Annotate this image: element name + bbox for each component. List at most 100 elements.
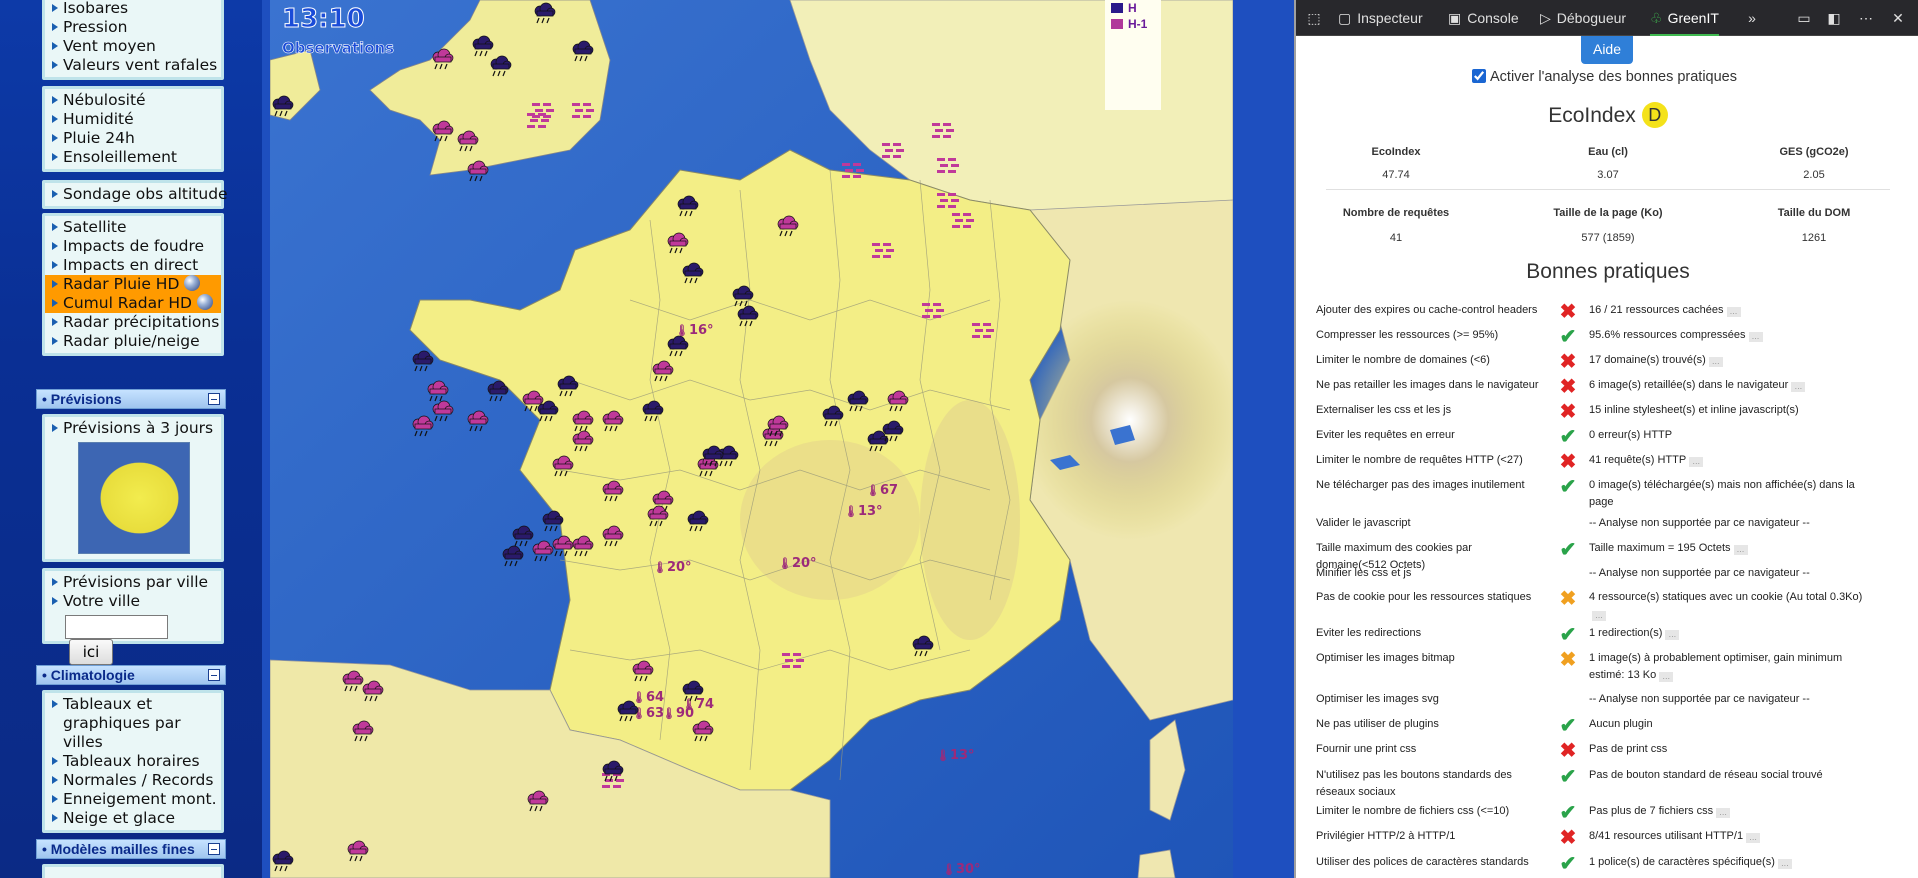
legend-swatch [1111, 19, 1123, 29]
menu-item-pression[interactable]: Pression [51, 18, 217, 37]
details-toggle-icon[interactable]: … [1791, 382, 1806, 392]
weather-cloud-icon [732, 285, 754, 307]
weather-cloud-icon [432, 120, 454, 142]
weather-cloud-icon [642, 400, 664, 422]
close-icon[interactable]: ✕ [1890, 10, 1906, 26]
weather-cloud-icon [682, 680, 704, 702]
more-tabs-icon[interactable]: » [1744, 10, 1760, 26]
details-toggle-icon[interactable]: … [1659, 672, 1674, 682]
cross-icon: ✖ [1559, 401, 1577, 423]
collapse-icon[interactable] [208, 669, 220, 681]
menu-item-impacts-foudre[interactable]: Impacts de foudre [51, 237, 217, 256]
details-toggle-icon[interactable]: … [1592, 611, 1606, 621]
tab-console[interactable]: ▣ Console [1448, 0, 1519, 36]
details-toggle-icon[interactable]: … [1708, 357, 1723, 367]
menu-item-sondage[interactable]: Sondage obs altitude [51, 185, 228, 204]
section-header-climatologie[interactable]: • Climatologie [36, 665, 226, 685]
weather-cloud-icon [702, 445, 724, 467]
menu-item-vent-moyen[interactable]: Vent moyen [51, 37, 217, 56]
city-input[interactable] [65, 615, 168, 639]
rule-result: 15 inline stylesheet(s) et inline javasc… [1589, 404, 1799, 416]
menu-item-humidite[interactable]: Humidité [51, 110, 217, 129]
details-toggle-icon[interactable]: … [1733, 545, 1748, 555]
stat-value: 577 (1859) [1581, 232, 1635, 244]
aide-button[interactable]: Aide [1581, 36, 1633, 64]
weather-cloud-icon [602, 410, 624, 432]
rule-name: Limiter le nombre de domaines (<6) [1316, 354, 1490, 366]
details-toggle-icon[interactable]: … [1689, 457, 1704, 467]
weather-map[interactable]: 13:10 Observations H H-1 16° 20° 20° 13°… [270, 0, 1233, 878]
activer-analyse[interactable]: Activer l'analyse des bonnes pratiques [1472, 69, 1737, 85]
console-icon: ▣ [1448, 10, 1462, 26]
details-toggle-icon[interactable]: … [1726, 307, 1741, 317]
ville-form: ici [51, 611, 217, 667]
rule-result: 4 ressource(s) statiques avec un cookie … [1589, 591, 1863, 621]
weather-cloud-icon [432, 400, 454, 422]
temperature-label: 13° [844, 504, 883, 519]
rain-dash-icon [842, 163, 864, 178]
menu-item-neige-glace[interactable]: Neige et glace [51, 809, 217, 828]
menu-item-pluie-24h[interactable]: Pluie 24h [51, 129, 217, 148]
details-toggle-icon[interactable]: … [1748, 332, 1763, 342]
menu-item-satellite[interactable]: Satellite [51, 218, 217, 237]
menu-item-vent-rafales[interactable]: Valeurs vent rafales [51, 56, 217, 75]
stat-value: 47.74 [1382, 169, 1410, 181]
cross-icon: ✖ [1559, 451, 1577, 473]
tab-greenit[interactable]: ♧ GreenIT [1650, 0, 1719, 36]
menu-item-isobares[interactable]: Isobares [51, 0, 217, 18]
menu-item-tableaux-horaires[interactable]: Tableaux horaires [51, 752, 217, 771]
rule-result: 1 police(s) de caractères spécifique(s)… [1589, 854, 1879, 871]
ici-button[interactable]: ici [69, 639, 113, 665]
details-toggle-icon[interactable]: … [1777, 859, 1792, 869]
weather-cloud-icon [677, 195, 699, 217]
weather-cloud-icon [467, 160, 489, 182]
rule-result: -- Analyse non supportée par ce navigate… [1589, 567, 1810, 579]
weather-cloud-icon [432, 48, 454, 70]
rule-name: Ne pas utiliser de plugins [1316, 718, 1439, 730]
rule-result: -- Analyse non supportée par ce navigate… [1589, 517, 1810, 529]
menu-item-cumul-radar-hd[interactable]: Cumul Radar HD [45, 294, 221, 313]
rule-name: Fournir une print css [1316, 743, 1417, 755]
menu-item-votre-ville[interactable]: Votre ville [51, 592, 217, 611]
rule-name: Optimiser les images svg [1316, 693, 1439, 705]
rule-name: Utiliser des polices de caractères stand… [1316, 856, 1529, 868]
rule-result: Pas plus de 7 fichiers css… [1589, 803, 1879, 820]
activer-checkbox[interactable] [1472, 69, 1486, 83]
tab-inspecteur[interactable]: ▢ Inspecteur [1338, 0, 1423, 36]
cross-icon: ✖ [1559, 351, 1577, 373]
menu-item-normales-records[interactable]: Normales / Records [51, 771, 217, 790]
map-legend: H H-1 [1105, 0, 1161, 110]
greenit-panel: Aide Activer l'analyse des bonnes pratiq… [1296, 36, 1918, 878]
collapse-icon[interactable] [208, 393, 220, 405]
tab-debogueur[interactable]: ▷ Débogueur [1540, 0, 1626, 36]
check-icon: ✔ [1559, 853, 1577, 875]
menu-item-nebulosite[interactable]: Nébulosité [51, 91, 217, 110]
menu-item-ensoleillement[interactable]: Ensoleillement [51, 148, 217, 167]
details-toggle-icon[interactable]: … [1746, 833, 1761, 843]
stat-label: Eau (cl) [1588, 146, 1628, 158]
menu-item-impacts-direct[interactable]: Impacts en direct [51, 256, 217, 275]
stat-label: Taille du DOM [1777, 207, 1851, 219]
responsive-icon[interactable]: ▭ [1796, 10, 1812, 26]
details-toggle-icon[interactable]: … [1716, 808, 1731, 818]
check-icon: ✔ [1559, 715, 1577, 737]
pick-element-icon[interactable]: ⬚ [1306, 10, 1322, 26]
menu-item-previsions-3j[interactable]: Prévisions à 3 jours [51, 419, 217, 438]
menu-dots-icon[interactable]: ⋯ [1858, 10, 1874, 26]
weather-cloud-icon [777, 215, 799, 237]
collapse-icon[interactable] [208, 843, 220, 855]
check-icon: ✔ [1559, 476, 1577, 498]
forecast-map-thumbnail[interactable] [78, 442, 190, 554]
menu-item-radar-precip[interactable]: Radar précipitations [51, 313, 219, 332]
dock-icon[interactable]: ◧ [1826, 10, 1842, 26]
section-header-modeles[interactable]: • Modèles mailles fines [36, 839, 226, 859]
menu-item-radar-neige[interactable]: Radar pluie/neige [51, 332, 217, 351]
menu-item-tableaux-villes[interactable]: Tableaux et graphiques par villes [51, 695, 217, 752]
section-header-previsions[interactable]: • Prévisions [36, 389, 226, 409]
menu-item-enneigement[interactable]: Enneigement mont. [51, 790, 217, 809]
cross-icon: ✖ [1559, 827, 1577, 849]
menu-item-prev-ville[interactable]: Prévisions par ville [51, 573, 217, 592]
details-toggle-icon[interactable]: … [1665, 630, 1680, 640]
menu-item-radar-pluie-hd[interactable]: Radar Pluie HD [45, 275, 221, 294]
legend-swatch [1111, 3, 1123, 13]
